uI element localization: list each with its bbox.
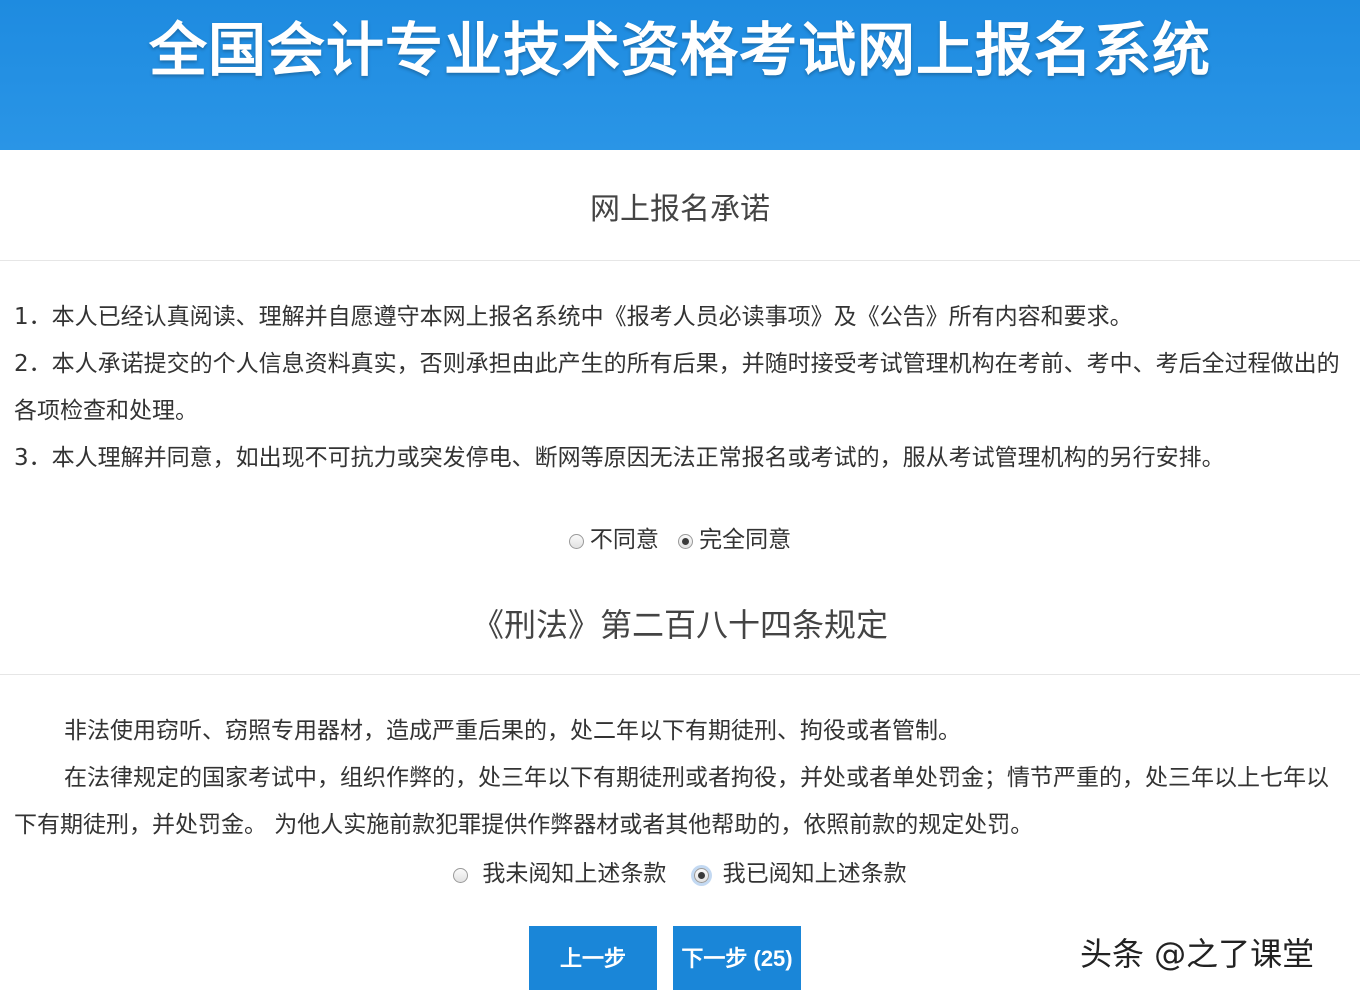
radio-read[interactable]: 我已阅知上述条款 bbox=[693, 858, 907, 890]
radio-fully-agree-label: 完全同意 bbox=[699, 527, 792, 553]
radio-disagree-label: 不同意 bbox=[589, 527, 659, 553]
pledge-item-2: 2．本人承诺提交的个人信息资料真实，否则承担由此产生的所有后果，并随时接受考试管… bbox=[14, 351, 1340, 424]
radio-fully-agree[interactable]: 完全同意 bbox=[678, 524, 791, 556]
system-title: 全国会计专业技术资格考试网上报名系统 bbox=[148, 16, 1211, 84]
radio-disagree[interactable]: 不同意 bbox=[568, 524, 659, 556]
radio-not-read[interactable]: 我未阅知上述条款 bbox=[453, 858, 666, 890]
radio-fully-agree-icon[interactable] bbox=[678, 534, 694, 549]
law-paragraph-1: 非法使用窃听、窃照专用器材，造成严重后果的，处二年以下有期徒刑、拘役或者管制。 bbox=[64, 718, 961, 744]
law-content: 非法使用窃听、窃照专用器材，造成严重后果的，处二年以下有期徒刑、拘役或者管制。 … bbox=[14, 708, 1344, 849]
prev-step-button[interactable]: 上一步 bbox=[529, 926, 657, 990]
pledge-item-3: 3．本人理解并同意，如出现不可抗力或突发停电、断网等原因无法正常报名或考试的，服… bbox=[14, 445, 1225, 471]
law-acknowledge-options: 我未阅知上述条款 我已阅知上述条款 bbox=[0, 858, 1360, 890]
radio-read-label: 我已阅知上述条款 bbox=[722, 861, 907, 887]
pledge-title: 网上报名承诺 bbox=[590, 192, 770, 227]
pledge-content: 1．本人已经认真阅读、理解并自愿遵守本网上报名系统中《报考人员必读事项》及《公告… bbox=[14, 294, 1356, 482]
radio-disagree-icon[interactable] bbox=[568, 534, 584, 549]
radio-read-icon[interactable] bbox=[693, 868, 709, 883]
radio-not-read-label: 我未阅知上述条款 bbox=[482, 861, 667, 887]
law-paragraph-2: 在法律规定的国家考试中，组织作弊的，处三年以下有期徒刑或者拘役，并处或者单处罚金… bbox=[14, 765, 1329, 838]
law-title: 《刑法》第二百八十四条规定 bbox=[471, 606, 888, 644]
next-step-button[interactable]: 下一步 (25) bbox=[673, 926, 801, 990]
pledge-item-1: 1．本人已经认真阅读、理解并自愿遵守本网上报名系统中《报考人员必读事项》及《公告… bbox=[14, 304, 1133, 330]
watermark-text: 头条 @之了课堂 bbox=[1080, 935, 1315, 973]
radio-not-read-icon[interactable] bbox=[453, 868, 469, 883]
law-divider bbox=[0, 674, 1360, 675]
header-banner: 全国会计专业技术资格考试网上报名系统 bbox=[0, 0, 1360, 150]
pledge-divider bbox=[0, 260, 1360, 261]
pledge-agreement-options: 不同意 完全同意 bbox=[0, 524, 1360, 556]
